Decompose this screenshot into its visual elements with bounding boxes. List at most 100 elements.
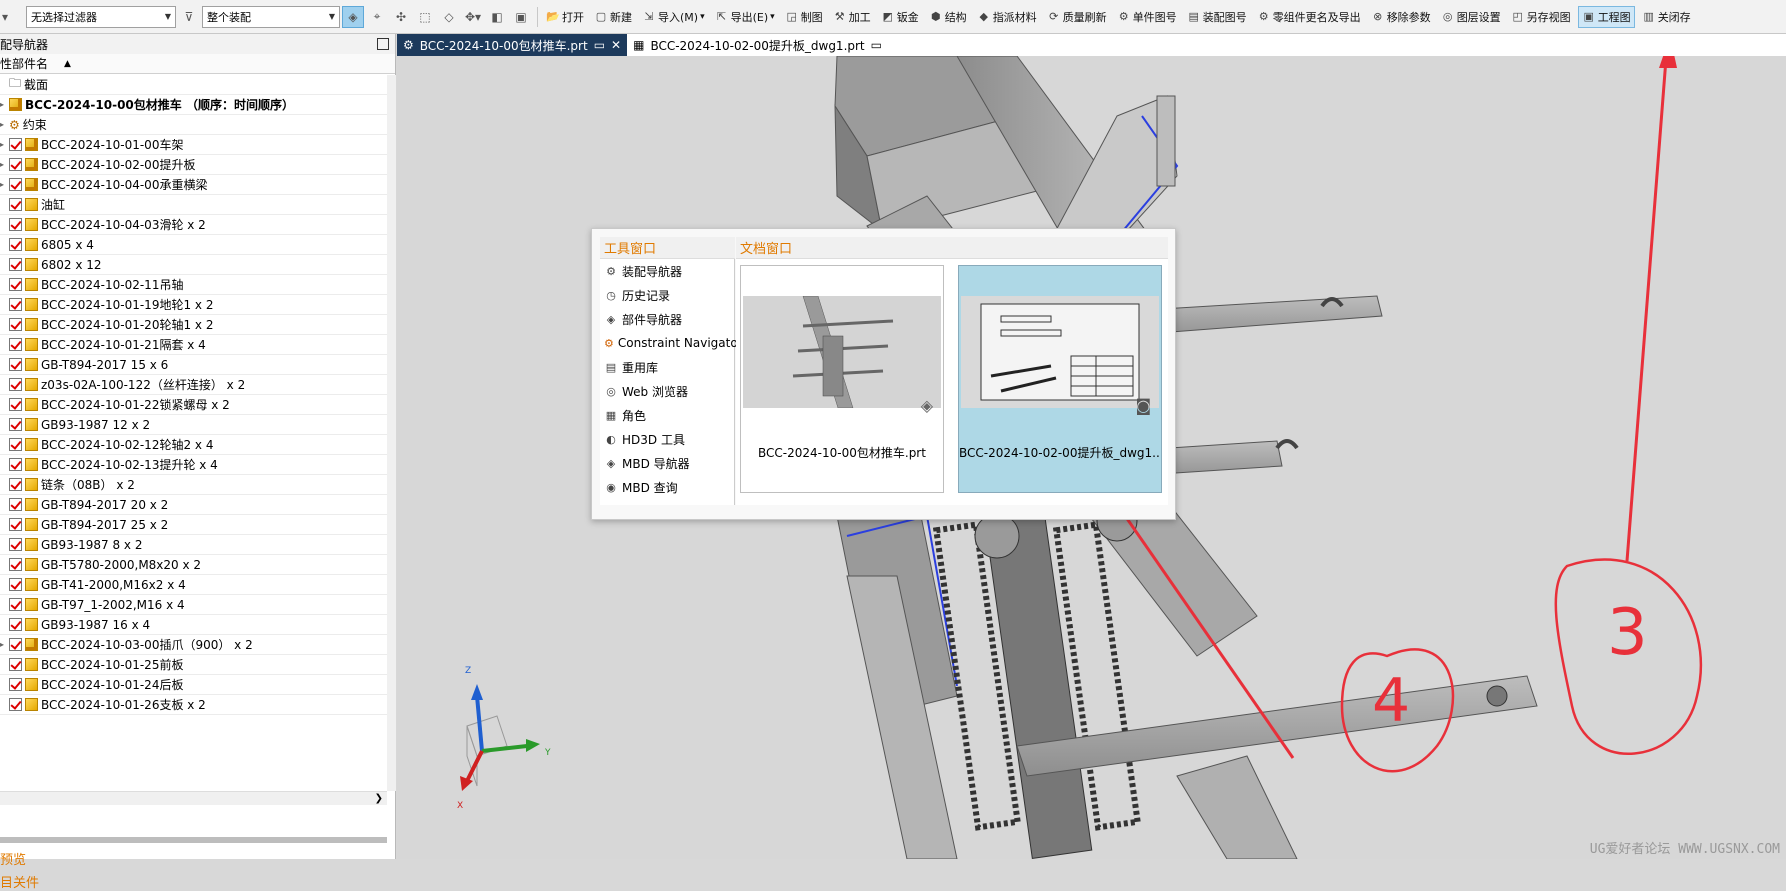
visibility-checkbox[interactable] [9, 358, 22, 371]
select-face-icon[interactable]: ◇ [438, 6, 460, 28]
toolbar-button-assign-material[interactable]: ◆ 指派材料 [974, 6, 1040, 28]
tree-row[interactable]: BCC-2024-10-04-03滑轮 x 2 [0, 215, 387, 235]
tree-row[interactable]: 油缸 [0, 195, 387, 215]
toolbar-button-close-save[interactable]: ▥ 关闭存 [1639, 6, 1694, 28]
toolbar-button-mass-refresh[interactable]: ⟳ 质量刷新 [1044, 6, 1110, 28]
tool-item-hd3d-tools[interactable]: ◐ HD3D 工具 [600, 427, 734, 451]
panel-splitter[interactable] [0, 837, 387, 843]
doc-card-drawing[interactable]: ◙ BCC-2024-10-02-00提升板_dwg1.... [958, 265, 1162, 493]
tab-drawing[interactable]: ▦ BCC-2024-10-02-00提升板_dwg1.prt ▭ [627, 34, 888, 56]
toolbar-button-structure[interactable]: ⬢ 结构 [926, 6, 970, 28]
visibility-checkbox[interactable] [9, 198, 22, 211]
visibility-checkbox[interactable] [9, 378, 22, 391]
visibility-checkbox[interactable] [9, 438, 22, 451]
tree-row[interactable]: BCC-2024-10-01-24后板 [0, 675, 387, 695]
visibility-checkbox[interactable] [9, 418, 22, 431]
visibility-checkbox[interactable] [9, 698, 22, 711]
toolbar-button-import[interactable]: ⇲ 导入(M) ▾ [639, 6, 708, 28]
scope-dropdown[interactable]: 整个装配 ▼ [202, 5, 340, 28]
expand-icon[interactable]: ▸ [0, 640, 6, 649]
toolbar-button-export[interactable]: ⇱ 导出(E) ▾ [712, 6, 778, 28]
toolbar-button-engineering-drawing[interactable]: ▣ 工程图 [1577, 5, 1635, 28]
toolbar-button-machining[interactable]: ⚒ 加工 [830, 6, 874, 28]
visibility-checkbox[interactable] [9, 478, 22, 491]
tree-row[interactable]: BCC-2024-10-01-25前板 [0, 655, 387, 675]
toolbar-button-part-number[interactable]: ⚙ 单件图号 [1114, 6, 1180, 28]
tree-row[interactable]: BCC-2024-10-02-12轮轴2 x 4 [0, 435, 387, 455]
visibility-checkbox[interactable] [9, 578, 22, 591]
tree-row[interactable]: BCC-2024-10-01-21隔套 x 4 [0, 335, 387, 355]
visibility-checkbox[interactable] [9, 238, 22, 251]
expand-icon[interactable]: ▸ [0, 180, 6, 189]
maximize-icon[interactable] [377, 38, 389, 50]
tree-row[interactable]: GB-T5780-2000,M8x20 x 2 [0, 555, 387, 575]
tool-item-assembly-navigator[interactable]: ⚙ 装配导航器 [600, 259, 734, 283]
filter-reset-icon[interactable]: ⊽ [178, 6, 200, 28]
tree-row[interactable]: ▸ BCC-2024-10-03-00插爪（900） x 2 [0, 635, 387, 655]
select-features-icon[interactable]: ⌖ [366, 6, 388, 28]
visibility-checkbox[interactable] [9, 618, 22, 631]
tree-row[interactable]: BCC-2024-10-01-19地轮1 x 2 [0, 295, 387, 315]
visibility-checkbox[interactable] [9, 158, 22, 171]
tool-item-mbd-query[interactable]: ◉ MBD 查询 [600, 475, 734, 499]
toolbar-button-remove-params[interactable]: ⊗ 移除参数 [1368, 6, 1434, 28]
tool-item-part-navigator[interactable]: ◈ 部件导航器 [600, 307, 734, 331]
tree-row[interactable]: ▸ BCC-2024-10-04-00承重横梁 [0, 175, 387, 195]
tree-row[interactable]: BCC-2024-10-01-22锁紧螺母 x 2 [0, 395, 387, 415]
tool-item-mbd-navigator[interactable]: ◈ MBD 导航器 [600, 451, 734, 475]
tool-item-constraint-navigator[interactable]: ⚙ Constraint Navigator [600, 331, 743, 355]
related-parts-section[interactable]: 目关件 [0, 872, 39, 891]
visibility-checkbox[interactable] [9, 398, 22, 411]
expand-icon[interactable]: ▸ [0, 120, 6, 129]
tree-row[interactable]: 6805 x 4 [0, 235, 387, 255]
select-edge-icon[interactable]: ⬚ [414, 6, 436, 28]
visibility-checkbox[interactable] [9, 498, 22, 511]
tree-row[interactable]: GB-T894-2017 20 x 2 [0, 495, 387, 515]
visibility-checkbox[interactable] [9, 278, 22, 291]
tree-row[interactable]: BCC-2024-10-01-20轮轴1 x 2 [0, 315, 387, 335]
tree-row[interactable]: 链条（08B） x 2 [0, 475, 387, 495]
vertical-scrollbar[interactable] [387, 75, 396, 791]
select-body-icon[interactable]: ◧ [486, 6, 508, 28]
tool-item-history-clock[interactable]: ◷ 历史记录 [600, 283, 734, 307]
visibility-checkbox[interactable] [9, 138, 22, 151]
tool-item-roles[interactable]: ▦ 角色 [600, 403, 734, 427]
visibility-checkbox[interactable] [9, 218, 22, 231]
toolbar-button-rename-export[interactable]: ⚙ 零组件更名及导出 [1254, 6, 1364, 28]
visibility-checkbox[interactable] [9, 518, 22, 531]
tree-row[interactable]: ▸ ⚙ 约束 [0, 115, 387, 135]
tree-row[interactable]: BCC-2024-10-01-26支板 x 2 [0, 695, 387, 715]
toolbar-button-layer-settings[interactable]: ◎ 图层设置 [1438, 6, 1504, 28]
expand-icon[interactable]: ▸ [0, 100, 6, 109]
visibility-checkbox[interactable] [9, 338, 22, 351]
tool-item-web-browser[interactable]: ◎ Web 浏览器 [600, 379, 734, 403]
select-solid-icon[interactable]: ▣ [510, 6, 532, 28]
visibility-checkbox[interactable] [9, 458, 22, 471]
tree-row[interactable]: ▸ BCC-2024-10-00包材推车 （顺序：时间顺序） [0, 95, 387, 115]
doc-card-assembly[interactable]: ◈ BCC-2024-10-00包材推车.prt [740, 265, 944, 493]
tree-row[interactable]: 🗀 截面 [0, 75, 387, 95]
visibility-checkbox[interactable] [9, 318, 22, 331]
tree-row[interactable]: z03s-02A-100-122（丝杆连接） x 2 [0, 375, 387, 395]
toolbar-button-open-folder[interactable]: 📂 打开 [543, 6, 587, 28]
tab-assembly[interactable]: ⚙ BCC-2024-10-00包材推车.prt ▭ ✕ [397, 34, 628, 56]
toolbar-button-save-view[interactable]: ◰ 另存视图 [1508, 6, 1574, 28]
tree-row[interactable]: ▸ BCC-2024-10-01-00车架 [0, 135, 387, 155]
tree-row[interactable]: GB-T894-2017 25 x 2 [0, 515, 387, 535]
tree-row[interactable]: GB-T894-2017 15 x 6 [0, 355, 387, 375]
visibility-checkbox[interactable] [9, 558, 22, 571]
toolbar-button-drawing[interactable]: ◲ 制图 [782, 6, 826, 28]
tree-row[interactable]: GB-T97_1-2002,M16 x 4 [0, 595, 387, 615]
toolbar-button-new-file[interactable]: ▢ 新建 [591, 6, 635, 28]
tree-row[interactable]: GB93-1987 16 x 4 [0, 615, 387, 635]
menu-dropdown-arrow[interactable]: ▾ [0, 6, 10, 28]
visibility-checkbox[interactable] [9, 298, 22, 311]
tree-row[interactable]: BCC-2024-10-02-13提升轮 x 4 [0, 455, 387, 475]
select-components-icon[interactable]: ◈ [342, 5, 364, 28]
visibility-checkbox[interactable] [9, 658, 22, 671]
visibility-checkbox[interactable] [9, 178, 22, 191]
column-header[interactable]: 性部件名 ▲ [0, 54, 395, 74]
scroll-right-icon[interactable]: ❯ [375, 793, 383, 804]
horizontal-scrollbar[interactable]: ❯ [0, 791, 387, 805]
toolbar-button-assembly-number[interactable]: ▤ 装配图号 [1184, 6, 1250, 28]
